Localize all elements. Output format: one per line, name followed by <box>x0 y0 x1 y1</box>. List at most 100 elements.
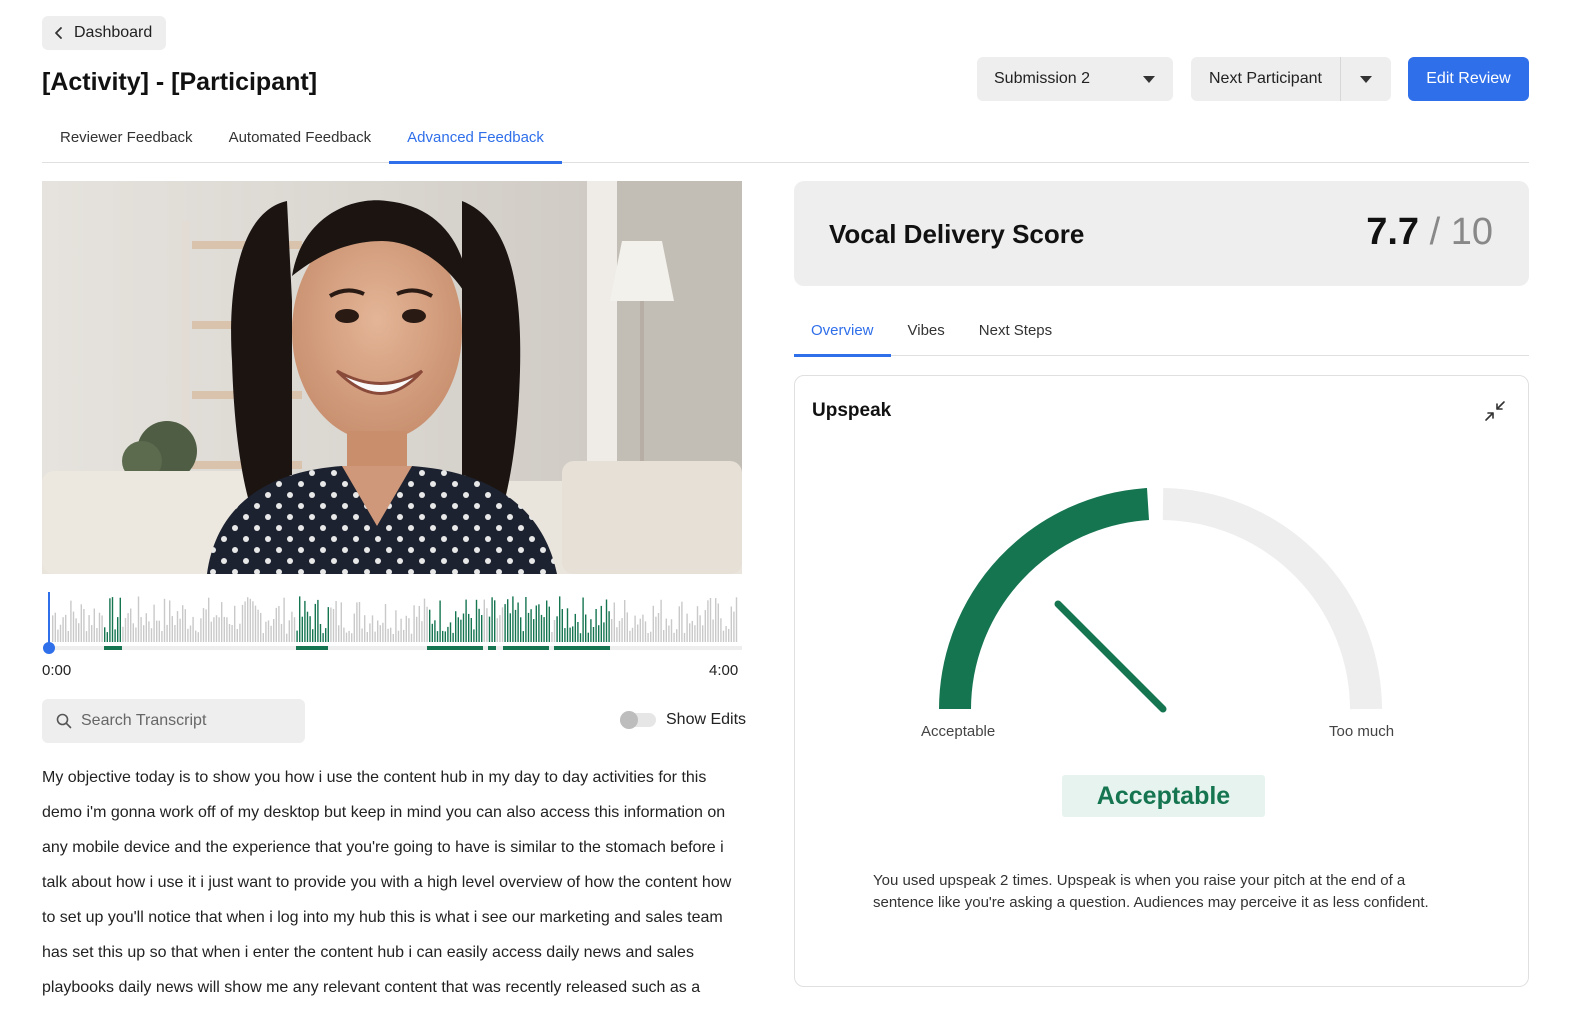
waveform-bar <box>613 602 615 642</box>
waveform-bar <box>564 628 566 642</box>
waveform-bar <box>369 623 371 642</box>
waveform-bar <box>106 632 108 642</box>
waveform-bar <box>392 634 394 642</box>
waveform-bar <box>501 607 504 642</box>
tab-advanced-feedback[interactable]: Advanced Feedback <box>389 120 562 164</box>
waveform-bar <box>652 605 654 642</box>
waveform-bar <box>642 614 644 642</box>
waveform-bar <box>54 612 56 642</box>
waveform-bar <box>340 602 342 642</box>
waveform-bar <box>59 624 62 642</box>
waveform-bar <box>665 618 667 642</box>
waveform-bar <box>663 630 665 642</box>
collapse-icon[interactable] <box>1482 398 1508 424</box>
waveform-bar <box>301 616 303 642</box>
back-label: Dashboard <box>74 24 153 41</box>
waveform-bar <box>283 597 285 642</box>
upspeak-marker[interactable] <box>427 646 483 650</box>
waveform-bar <box>88 615 90 642</box>
waveform-bar <box>634 615 636 642</box>
show-edits-toggle[interactable] <box>620 711 656 729</box>
next-participant-menu-button[interactable] <box>1341 57 1391 101</box>
submission-select[interactable]: Submission 2 <box>977 57 1173 101</box>
waveform-bar <box>158 620 160 642</box>
waveform-bar <box>572 626 574 642</box>
tab-automated-feedback[interactable]: Automated Feedback <box>211 120 390 163</box>
waveform-bar <box>522 631 524 642</box>
audio-timeline[interactable] <box>42 588 742 654</box>
waveform-bar <box>408 618 410 642</box>
waveform-bar <box>644 621 647 642</box>
upspeak-marker[interactable] <box>296 646 328 650</box>
waveform-bar <box>377 620 379 642</box>
waveform-bar <box>384 604 387 642</box>
waveform-bar <box>226 617 228 642</box>
waveform-bar <box>470 618 472 642</box>
waveform-bar <box>704 610 706 642</box>
page-title: [Activity] - [Participant] <box>42 68 318 96</box>
waveform-bar <box>332 608 335 642</box>
upspeak-marker[interactable] <box>554 646 610 650</box>
waveform-bar <box>127 613 129 642</box>
score-value: 7.7 / 10 <box>1366 211 1493 254</box>
status-badge: Acceptable <box>1062 775 1265 817</box>
upspeak-marker[interactable] <box>488 646 496 650</box>
search-transcript-input[interactable] <box>81 712 281 730</box>
waveform-bar <box>291 611 293 642</box>
waveform-bar <box>504 604 506 642</box>
waveform-bar <box>517 602 519 642</box>
waveform-bar <box>124 618 127 642</box>
waveform-bar <box>434 620 436 642</box>
waveform-bar <box>104 627 106 642</box>
waveform-bar <box>85 631 88 642</box>
tab-reviewer-feedback[interactable]: Reviewer Feedback <box>42 120 211 163</box>
playhead-handle[interactable] <box>43 642 55 654</box>
waveform-bar <box>314 603 316 642</box>
main-tabs: Reviewer Feedback Automated Feedback Adv… <box>42 120 1529 164</box>
waveform-bar <box>257 609 259 642</box>
waveform-bar <box>231 625 233 642</box>
waveform-bar <box>93 608 95 642</box>
waveform-bar <box>436 631 439 642</box>
waveform-bar <box>174 625 176 642</box>
edit-review-button[interactable]: Edit Review <box>1408 57 1529 101</box>
time-current: 0:00 <box>42 662 72 679</box>
waveform-bar <box>473 629 475 642</box>
waveform-bar <box>299 596 301 642</box>
waveform-bar <box>598 625 600 642</box>
waveform-bar <box>449 622 452 642</box>
transcript-search <box>42 699 305 743</box>
waveform-bar <box>202 608 205 642</box>
tab-vibes[interactable]: Vibes <box>891 313 962 356</box>
tab-next-steps[interactable]: Next Steps <box>962 313 1069 356</box>
waveform-bar <box>218 617 220 642</box>
upspeak-marker[interactable] <box>503 646 549 650</box>
waveform-bar <box>512 596 514 642</box>
waveform-bar <box>525 597 527 642</box>
waveform-bar <box>603 622 605 642</box>
waveform-bar <box>410 633 413 642</box>
waveform-bar <box>319 624 322 642</box>
upspeak-marker[interactable] <box>104 646 122 650</box>
video-player[interactable] <box>42 181 742 574</box>
timeline-track[interactable] <box>48 646 742 650</box>
metric-title: Upspeak <box>812 400 892 421</box>
waveform-bar <box>83 609 85 642</box>
waveform-bar <box>387 628 389 642</box>
waveform-bar <box>166 624 168 642</box>
waveform-bar <box>96 628 98 642</box>
waveform-bar <box>317 599 319 642</box>
waveform-bar <box>452 632 454 642</box>
next-participant-button[interactable]: Next Participant <box>1191 57 1341 101</box>
metric-description: You used upspeak 2 times. Upspeak is whe… <box>873 872 1429 911</box>
back-to-dashboard-button[interactable]: Dashboard <box>42 16 167 50</box>
waveform-bar <box>80 604 82 642</box>
waveform-bar <box>689 623 691 642</box>
tab-overview[interactable]: Overview <box>794 313 891 357</box>
waveform-bar <box>338 625 340 642</box>
waveform-bar <box>312 629 314 642</box>
waveform-bar <box>676 629 678 642</box>
waveform-bar <box>223 616 225 642</box>
waveform-bar <box>356 602 358 642</box>
waveform-bar <box>559 596 561 642</box>
